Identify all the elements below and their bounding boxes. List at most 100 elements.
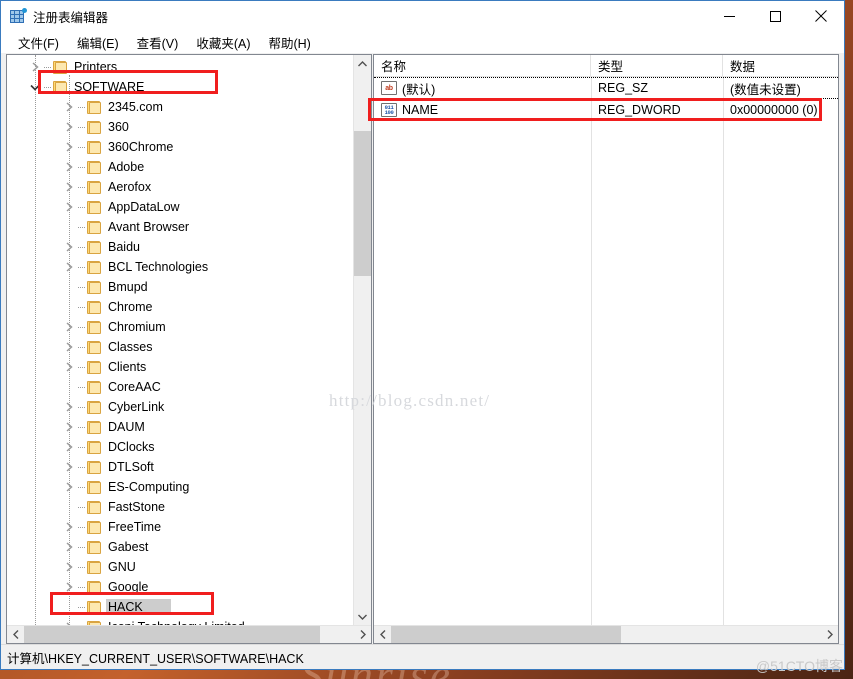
tree-item-classes[interactable]: Classes [7,337,353,357]
folder-icon [87,360,102,374]
chevron-right-icon[interactable] [61,617,77,625]
chevron-right-icon[interactable] [61,117,77,137]
chevron-right-icon[interactable] [61,537,77,557]
tree-item-gabest[interactable]: Gabest [7,537,353,557]
tree-item-dtlsoft[interactable]: DTLSoft [7,457,353,477]
tree-item-baidu[interactable]: Baidu [7,237,353,257]
chevron-right-icon[interactable] [61,237,77,257]
tree-item-freetime[interactable]: FreeTime [7,517,353,537]
tree-hscroll-track[interactable] [24,626,354,643]
tree-item-software[interactable]: SOFTWARE [7,77,353,97]
tree-item-gnu[interactable]: GNU [7,557,353,577]
tree-scroll-track[interactable] [354,72,371,608]
folder-icon [87,620,102,625]
chevron-right-icon[interactable] [27,57,43,77]
chevron-right-icon[interactable] [61,137,77,157]
tree-item-coreaac[interactable]: CoreAAC [7,377,353,397]
folder-icon [87,520,102,534]
tree-item-dclocks[interactable]: DClocks [7,437,353,457]
tree-connector [77,417,87,437]
chevron-right-icon[interactable] [61,97,77,117]
tree-item-bmupd[interactable]: Bmupd [7,277,353,297]
tree-item-appdatalow[interactable]: AppDataLow [7,197,353,217]
tree-hscroll-thumb[interactable] [24,626,320,643]
values-horizontal-scrollbar[interactable] [374,625,838,643]
values-hscroll-thumb[interactable] [391,626,621,643]
tree-item-360chrome[interactable]: 360Chrome [7,137,353,157]
values-hscroll-track[interactable] [391,626,821,643]
scroll-up-arrow[interactable] [354,55,371,72]
chevron-right-icon[interactable] [61,337,77,357]
registry-tree-pane: Printers SOFTWARE 2345.com 360 360Chrome Adob… [6,54,372,644]
chevron-right-icon[interactable] [61,557,77,577]
tree-item-es-computing[interactable]: ES-Computing [7,477,353,497]
tree-connector [77,477,87,497]
scroll-down-arrow[interactable] [354,608,371,625]
value-data-cell: 0x00000000 (0) [730,103,818,117]
folder-icon [87,440,102,454]
chevron-right-icon[interactable] [61,197,77,217]
values-scroll-right-arrow[interactable] [821,626,838,643]
tree-item-google[interactable]: Google [7,577,353,597]
value-name: (默认) [402,82,436,97]
menu-edit[interactable]: 编辑(E) [68,31,128,54]
menu-view[interactable]: 查看(V) [128,31,188,54]
minimize-button[interactable] [706,1,752,31]
chevron-right-icon[interactable] [61,517,77,537]
value-row[interactable]: ab (默认) REG_SZ (数值未设置) [374,77,838,99]
tree-item-360[interactable]: 360 [7,117,353,137]
chevron-down-icon[interactable] [27,77,43,97]
tree-item-clients[interactable]: Clients [7,357,353,377]
tree-item-chrome[interactable]: Chrome [7,297,353,317]
listview-body[interactable]: ab (默认) REG_SZ (数值未设置) 011 100 NAME REG_DWORD 0x… [374,77,838,625]
tree-item-faststone[interactable]: FastStone [7,497,353,517]
tree-scroll-thumb[interactable] [354,131,371,276]
tree-vertical-scrollbar[interactable] [353,55,371,625]
tree-item-hack[interactable]: HACK [7,597,353,617]
scroll-left-arrow[interactable] [7,626,24,643]
column-type[interactable]: 类型 [591,55,723,76]
scroll-right-arrow[interactable] [354,626,371,643]
chevron-right-icon[interactable] [61,157,77,177]
menu-file[interactable]: 文件(F) [9,31,68,54]
chevron-right-icon[interactable] [61,477,77,497]
tree-connector [77,397,87,417]
tree-item-label: Classes [108,340,153,354]
tree-item-printers[interactable]: Printers [7,57,353,77]
maximize-button[interactable] [752,1,798,31]
tree-horizontal-scrollbar[interactable] [7,625,371,643]
column-data[interactable]: 数据 [723,55,838,76]
tree-item-chromium[interactable]: Chromium [7,317,353,337]
chevron-right-icon[interactable] [61,577,77,597]
tree-item-daum[interactable]: DAUM [7,417,353,437]
chevron-right-icon[interactable] [61,257,77,277]
chevron-right-icon[interactable] [61,177,77,197]
chevron-right-icon[interactable] [61,437,77,457]
column-name[interactable]: 名称 [374,55,591,76]
tree-item-label: FastStone [108,500,165,514]
chevron-right-icon[interactable] [61,417,77,437]
tree-connector [77,597,87,617]
tree-item-iceni-technology-limited[interactable]: Iceni Technology Limited [7,617,353,625]
chevron-right-icon[interactable] [61,397,77,417]
menu-help[interactable]: 帮助(H) [259,31,319,54]
value-row[interactable]: 011 100 NAME REG_DWORD 0x00000000 (0) [374,99,838,121]
menu-favorites[interactable]: 收藏夹(A) [187,31,259,54]
folder-icon [87,540,102,554]
tree-item-2345-com[interactable]: 2345.com [7,97,353,117]
chevron-right-icon[interactable] [61,357,77,377]
chevron-right-icon[interactable] [61,457,77,477]
tree-item-cyberlink[interactable]: CyberLink [7,397,353,417]
tree-item-aerofox[interactable]: Aerofox [7,177,353,197]
close-button[interactable] [798,1,844,31]
tree-item-label: BCL Technologies [108,260,209,274]
registry-tree[interactable]: Printers SOFTWARE 2345.com 360 360Chrome Adob… [7,55,353,625]
values-scroll-left-arrow[interactable] [374,626,391,643]
tree-item-avant-browser[interactable]: Avant Browser [7,217,353,237]
tree-item-adobe[interactable]: Adobe [7,157,353,177]
tree-item-bcl-technologies[interactable]: BCL Technologies [7,257,353,277]
chevron-right-icon[interactable] [61,317,77,337]
tree-no-expander [61,377,77,397]
